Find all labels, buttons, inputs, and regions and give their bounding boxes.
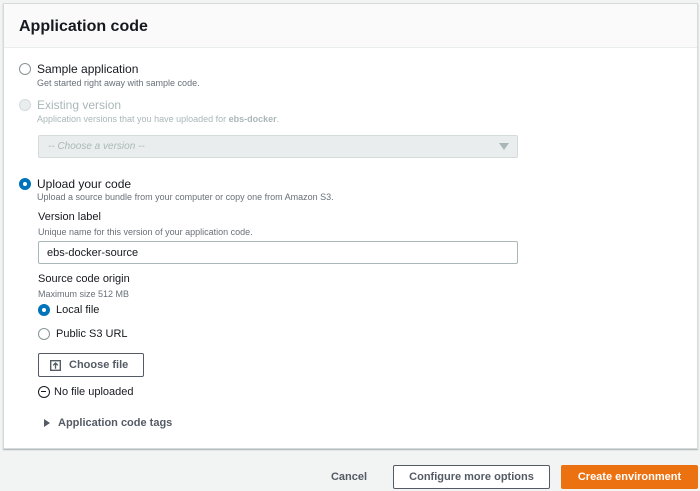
- version-label-description: Unique name for this version of your app…: [38, 227, 253, 237]
- local-file-radio[interactable]: [38, 304, 50, 316]
- existing-version-radio: [19, 99, 31, 111]
- version-label-title: Version label: [38, 211, 101, 223]
- application-code-tags-toggle[interactable]: Application code tags: [44, 417, 172, 429]
- local-file-label[interactable]: Local file: [56, 304, 99, 316]
- source-origin-description: Maximum size 512 MB: [38, 289, 130, 299]
- public-s3-label[interactable]: Public S3 URL: [56, 328, 128, 340]
- choose-file-label: Choose file: [69, 359, 129, 371]
- version-select: -- Choose a version --: [38, 135, 518, 158]
- sample-application-description: Get started right away with sample code.: [37, 78, 200, 88]
- choose-file-button[interactable]: Choose file: [38, 353, 144, 377]
- minus-circle-icon: [38, 386, 50, 398]
- version-label-input[interactable]: [38, 241, 518, 264]
- existing-version-description: Application versions that you have uploa…: [37, 114, 280, 124]
- panel-title: Application code: [4, 4, 697, 48]
- application-code-tags-label: Application code tags: [58, 417, 173, 429]
- upload-code-description: Upload a source bundle from your compute…: [37, 192, 334, 202]
- upload-code-label[interactable]: Upload your code: [37, 177, 131, 191]
- existing-version-label: Existing version: [37, 98, 122, 112]
- upload-code-radio[interactable]: [19, 178, 31, 190]
- upload-icon: [50, 359, 61, 371]
- source-origin-title: Source code origin: [38, 273, 130, 285]
- application-code-panel: Application code Sample application Get …: [3, 3, 698, 449]
- caret-down-icon: [499, 143, 509, 150]
- sample-application-label[interactable]: Sample application: [37, 62, 138, 76]
- cancel-button[interactable]: Cancel: [318, 465, 380, 489]
- sample-application-radio[interactable]: [19, 63, 31, 75]
- caret-right-icon: [44, 419, 50, 427]
- existing-version-app-name: ebs-docker: [228, 114, 277, 124]
- no-file-text: No file uploaded: [54, 386, 134, 398]
- public-s3-radio[interactable]: [38, 328, 50, 340]
- version-select-placeholder: -- Choose a version --: [48, 141, 145, 152]
- configure-more-options-button[interactable]: Configure more options: [393, 465, 550, 489]
- create-environment-button[interactable]: Create environment: [561, 465, 698, 489]
- no-file-status: No file uploaded: [38, 386, 134, 398]
